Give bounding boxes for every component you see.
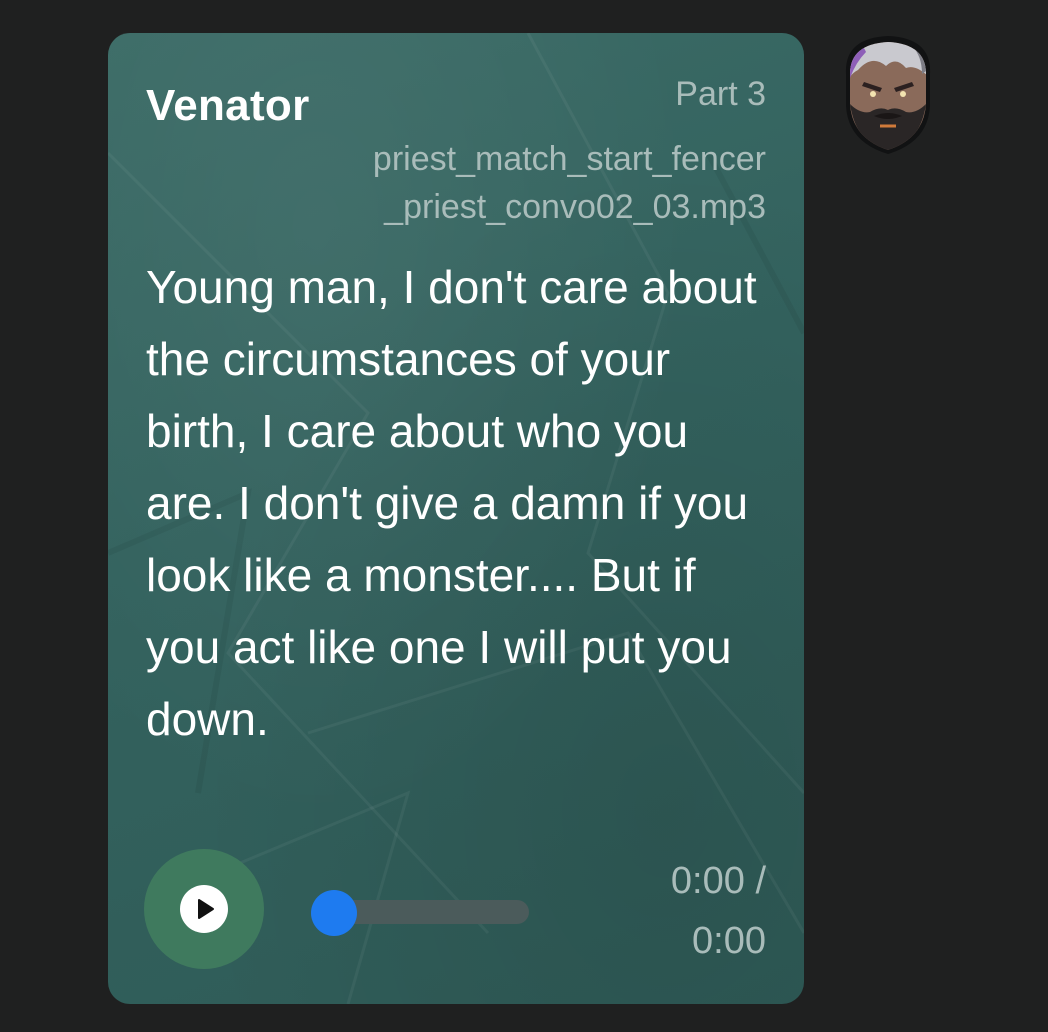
time-total: 0:00 <box>692 920 766 962</box>
message-text: Young man, I don't care about the circum… <box>146 261 757 745</box>
audio-filename: priest_match_start_fencer _priest_convo0… <box>246 135 766 231</box>
chat-view: Venator Part 3 priest_match_start_fencer… <box>0 0 1048 1032</box>
audio-progress-knob[interactable] <box>311 890 357 936</box>
filename-line-1: priest_match_start_fencer <box>372 140 766 178</box>
audio-time: 0:00 / 0:00 <box>671 851 766 971</box>
sender-name: Venator <box>146 81 310 130</box>
sender-avatar[interactable] <box>836 34 940 154</box>
play-icon <box>180 885 228 933</box>
part-label: Part 3 <box>675 75 766 113</box>
voice-message-bubble: Venator Part 3 priest_match_start_fencer… <box>108 33 804 1004</box>
time-current: 0:00 / <box>670 860 766 902</box>
filename-line-2: _priest_convo02_03.mp3 <box>384 188 766 226</box>
play-button[interactable] <box>144 849 264 969</box>
